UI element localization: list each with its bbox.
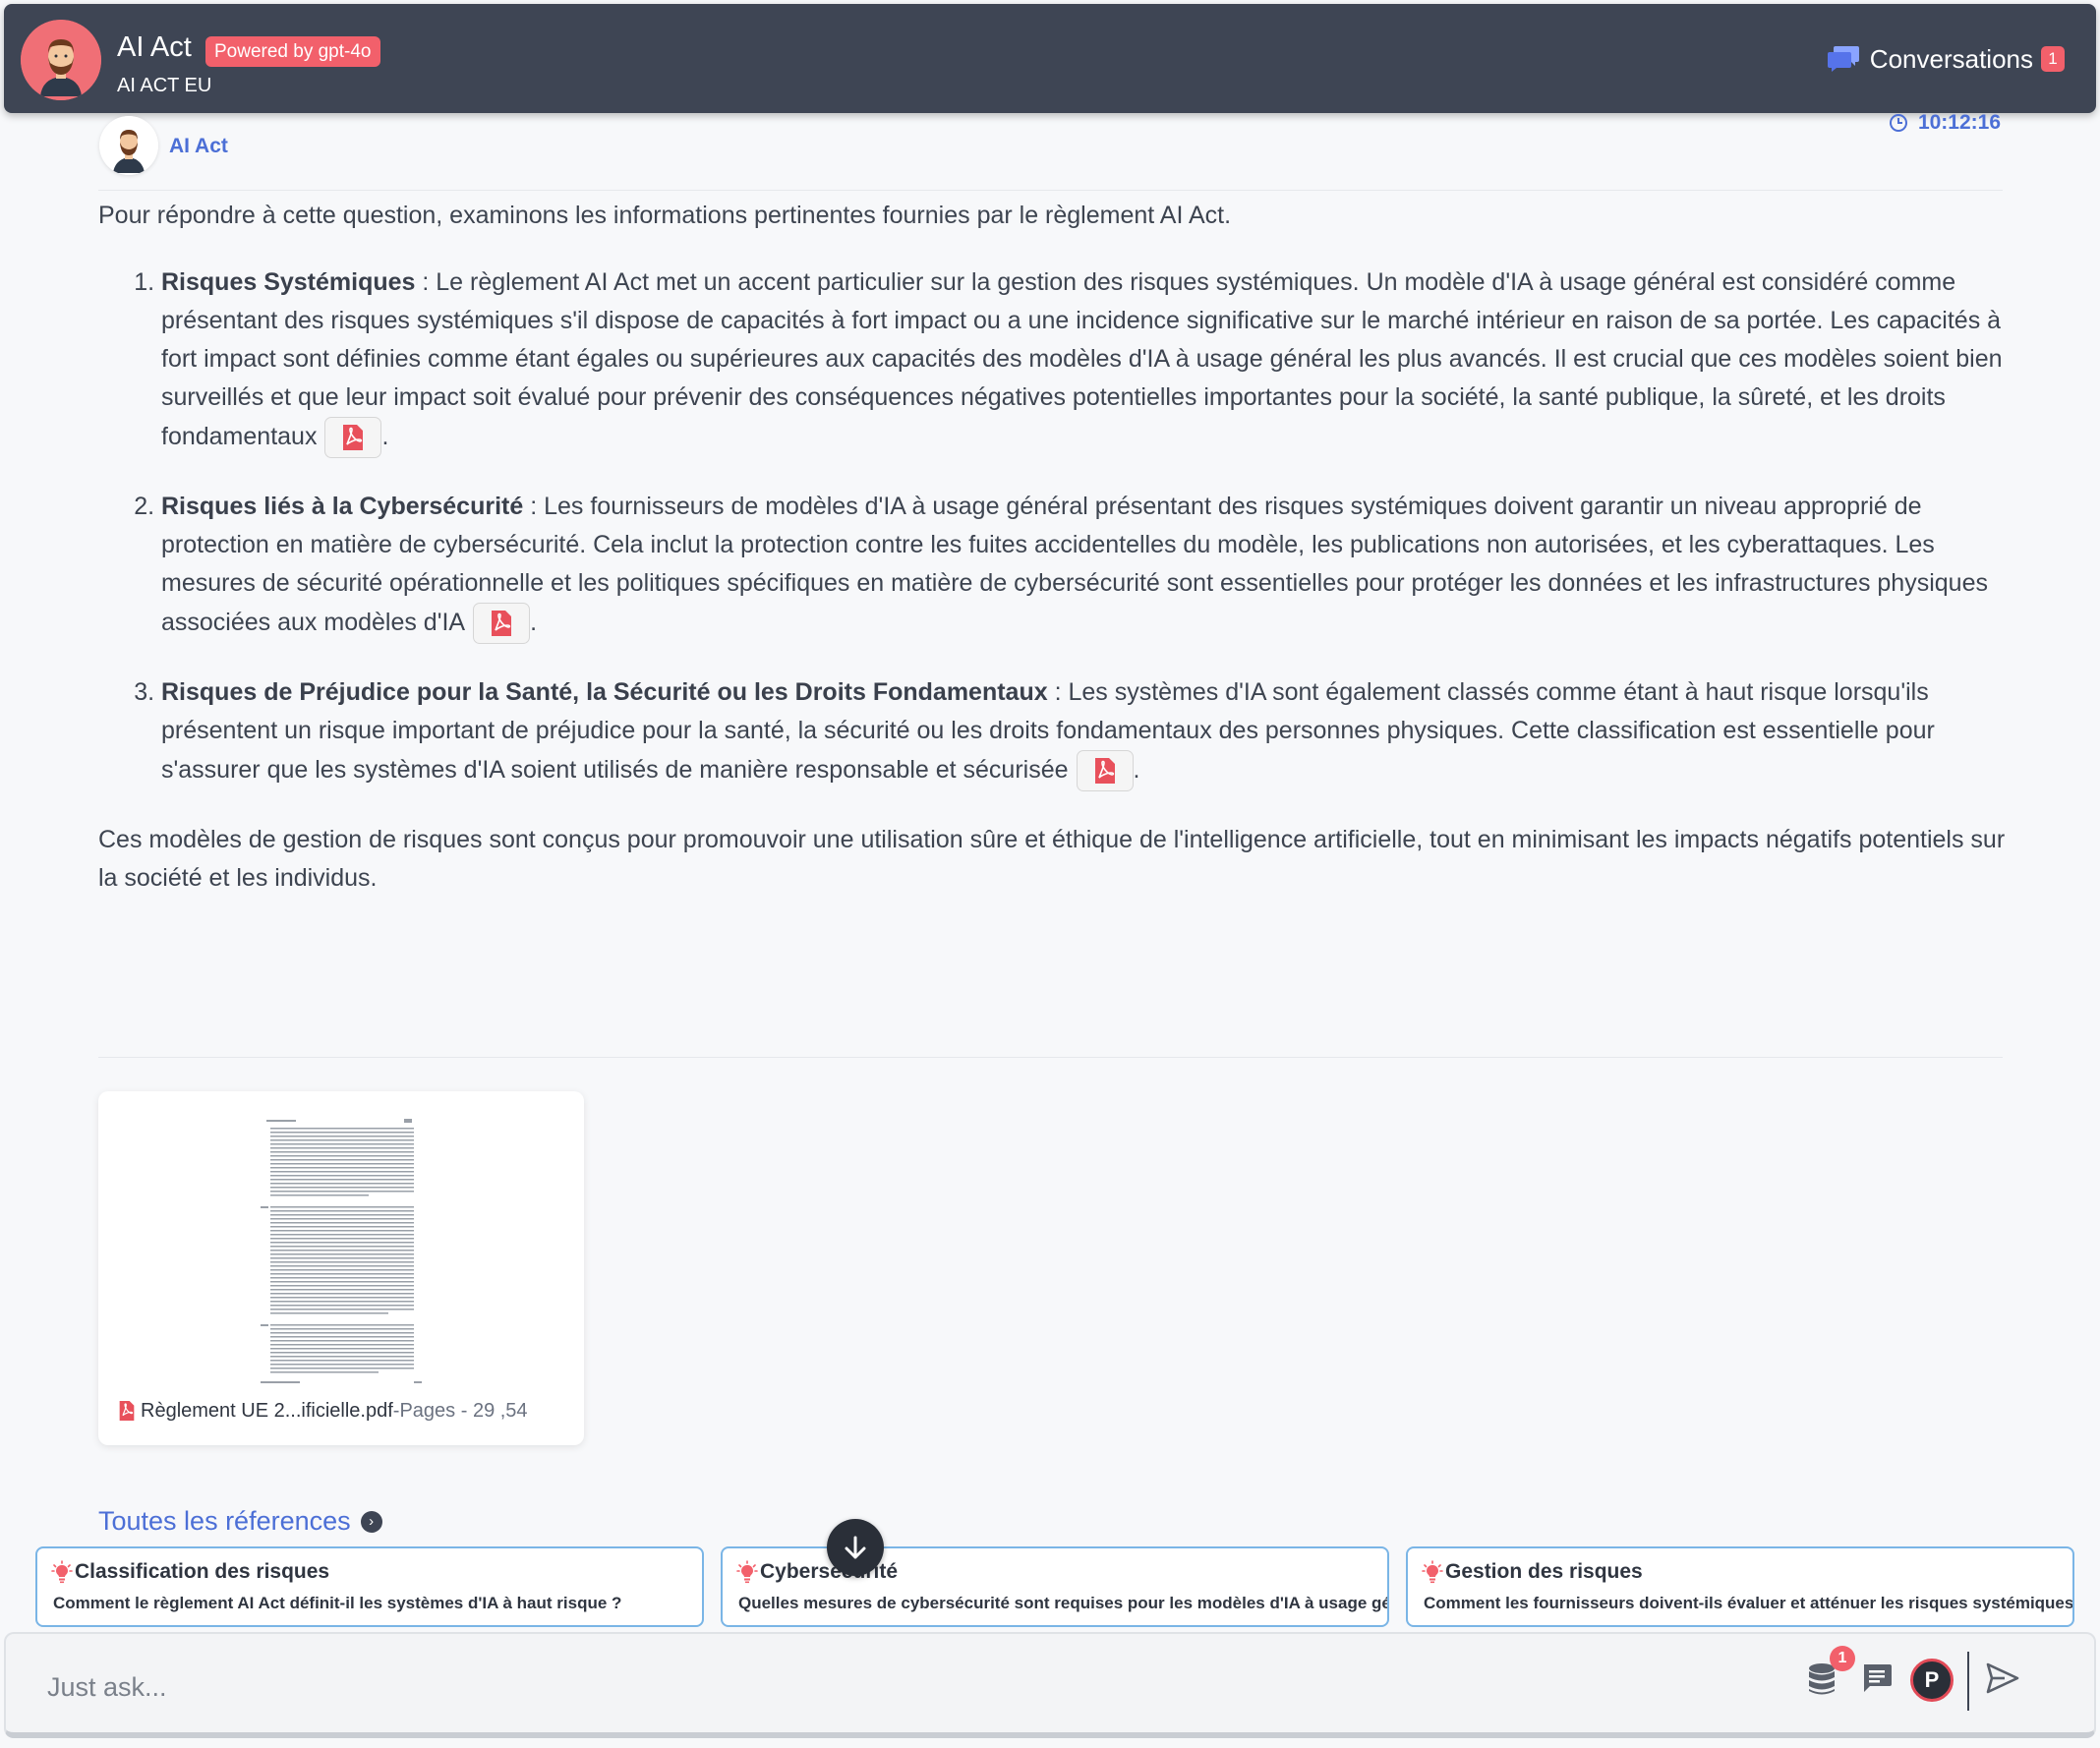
bot-avatar-image [99,116,158,175]
document-card[interactable]: Règlement UE 2...ificielle.pdf -Pages - … [98,1091,584,1445]
pdf-source-button[interactable] [1076,750,1134,791]
clock-icon [1889,114,1907,132]
document-page-preview [257,1116,426,1388]
bot-avatar [99,116,158,175]
list-item-end: . [530,609,538,636]
conversations-count-badge: 1 [2041,46,2065,72]
app-title: AI Act [117,31,192,63]
pdf-icon [343,425,364,450]
assistant-avatar-image [21,20,101,100]
divider [98,190,2003,191]
arrow-down-icon [845,1536,866,1559]
lightbulb-icon [736,1560,758,1584]
chat-input[interactable] [45,1660,1721,1715]
list-item: Risques Systémiques : Le règlement AI Ac… [161,263,2006,458]
document-name: Règlement UE 2...ificielle.pdf [141,1399,393,1422]
message-author: AI Act [169,135,228,157]
suggestion-title-row: Gestion des risques [1422,1560,1643,1584]
pdf-icon [119,1401,135,1421]
risk-list: Risques Systémiques : Le règlement AI Ac… [98,263,2006,791]
message-conclusion: Ces modèles de gestion de risques sont c… [98,826,2006,892]
suggestion-title: Gestion des risques [1445,1560,1643,1583]
suggestion-question: Quelles mesures de cybersécurité sont re… [738,1594,1389,1612]
lightbulb-icon [51,1560,73,1584]
conversations-button[interactable]: Conversations 1 [1827,41,2065,77]
list-item-title: Risques liés à la Cybersécurité [161,493,524,520]
message-timestamp: 10:12:16 [1889,111,2001,135]
suggestion-question: Comment les fournisseurs doivent-ils éva… [1424,1594,2074,1612]
suggestion-card[interactable]: Classification des risques Comment le rè… [35,1546,704,1627]
conversations-label: Conversations [1869,43,2033,74]
suggestion-title: Classification des risques [75,1560,330,1583]
document-caption: Règlement UE 2...ificielle.pdf -Pages - … [117,1399,528,1423]
message-time: 10:12:16 [1917,111,2001,134]
chevron-right-icon: › [360,1510,382,1533]
list-item-end: . [1133,756,1140,784]
document-pages: -Pages - 29 ,54 [392,1399,528,1422]
app-subtitle: AI ACT EU [117,75,212,96]
list-item: Risques liés à la Cybersécurité : Les fo… [161,488,2006,644]
send-button[interactable] [1985,1661,2020,1695]
list-item: Risques de Préjudice pour la Santé, la S… [161,673,2006,791]
pdf-icon [492,611,512,636]
list-item-end: . [381,423,389,450]
all-references-link[interactable]: Toutes les réferences › [98,1506,382,1537]
list-item-title: Risques de Préjudice pour la Santé, la S… [161,678,1048,706]
assistant-message: Pour répondre à cette question, examinon… [98,197,2006,898]
message-button[interactable] [1860,1661,1894,1695]
toolbar-divider [1967,1652,1969,1711]
powered-by-badge: Powered by gpt-4o [205,36,380,67]
send-icon [1986,1662,2019,1694]
app-header: AI Act Powered by gpt-4o AI ACT EU Conve… [4,4,2096,113]
scroll-down-button[interactable] [827,1519,884,1576]
all-references-label: Toutes les réferences [98,1506,351,1536]
suggestion-title-row: Classification des risques [51,1560,329,1584]
message-icon [1864,1664,1892,1692]
pdf-icon [1094,758,1115,784]
lightbulb-icon [1422,1560,1443,1584]
suggestion-card[interactable]: Gestion des risques Comment les fourniss… [1406,1546,2074,1627]
divider [98,1057,2003,1058]
chat-input-bar: 1 P [4,1632,2096,1738]
pdf-source-button[interactable] [473,603,531,644]
list-item-text: : Le règlement AI Act met un accent part… [161,268,2003,450]
suggestion-card[interactable]: Cybersécurité Quelles mesures de cybersé… [721,1546,1389,1627]
profile-button[interactable]: P [1910,1659,1954,1702]
database-count-badge: 1 [1830,1646,1855,1671]
chat-bubbles-icon [1827,46,1859,72]
document-thumbnail [257,1116,426,1388]
assistant-avatar [21,20,101,100]
suggestion-question: Comment le règlement AI Act définit-il l… [53,1594,622,1612]
message-intro: Pour répondre à cette question, examinon… [98,202,1232,229]
pdf-source-button[interactable] [324,417,382,458]
list-item-title: Risques Systémiques [161,268,416,296]
